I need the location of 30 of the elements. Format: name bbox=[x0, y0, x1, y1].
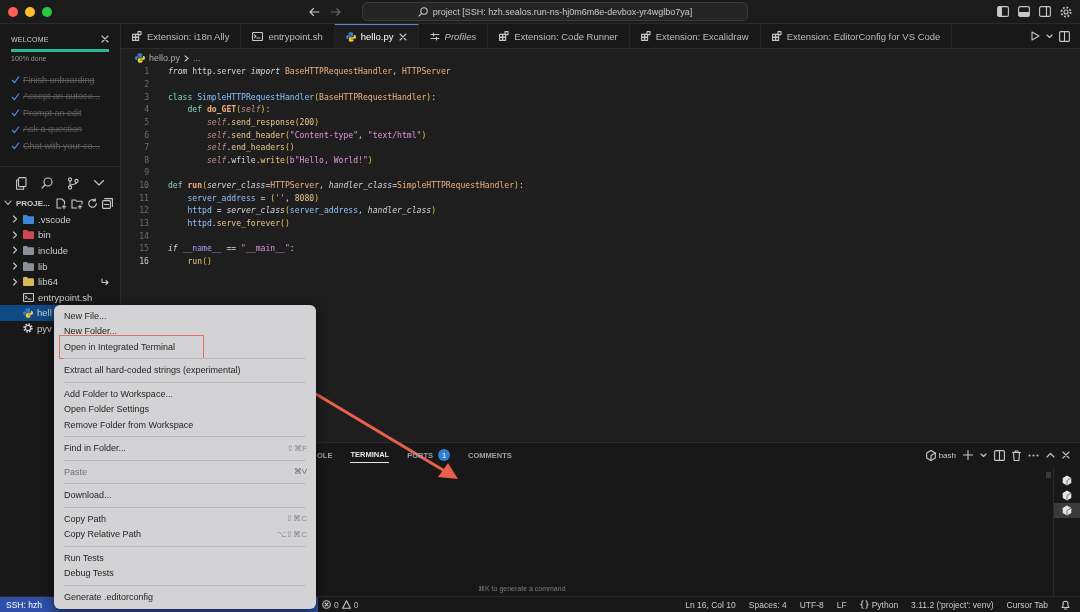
code-line: class SimpleHTTPRequestHandler(BaseHTTPRequestHandler): bbox=[168, 91, 437, 102]
code-line: self.end_headers() bbox=[205, 142, 295, 153]
code-line: self.send_header("Content-type", "text/html") bbox=[205, 129, 427, 140]
line-number: 12 bbox=[138, 205, 149, 216]
code-line: from http.server import BaseHTTPRequestHandler, HTTPServer bbox=[168, 66, 451, 77]
code-line: def do_GET(self): bbox=[186, 104, 271, 115]
code-line: self.wfile.write(b"Hello, World!") bbox=[205, 154, 373, 165]
line-number: 15 bbox=[138, 243, 149, 254]
line-number: 5 bbox=[143, 116, 149, 127]
line-number: 2 bbox=[143, 78, 149, 89]
code-line: if __name__ == "__main__": bbox=[168, 243, 295, 254]
line-number: 10 bbox=[138, 180, 149, 191]
line-number: 7 bbox=[143, 142, 149, 153]
line-number: 3 bbox=[143, 91, 149, 102]
line-number: 16 bbox=[138, 255, 149, 266]
code-line: self.send_response(200) bbox=[205, 116, 320, 127]
line-number: 6 bbox=[143, 129, 149, 140]
code-line: def run(server_class=HTTPServer, handler_class=SimpleHTTPRequestHandler): bbox=[168, 180, 524, 191]
line-number: 1 bbox=[143, 66, 149, 77]
line-number: 13 bbox=[138, 218, 149, 228]
window-title: project [SSH: hzh.sealos.run-ns-hj0m6m8e-devbox-yr4wglbo7ya] bbox=[432, 6, 693, 17]
code-line: server_address = ('', 8080) bbox=[186, 192, 320, 203]
line-number: 8 bbox=[143, 154, 149, 165]
line-number: 11 bbox=[138, 192, 149, 203]
line-number: 9 bbox=[143, 167, 149, 178]
code-line: httpd = server_class(server_address, handler_class) bbox=[186, 205, 437, 216]
line-number: 4 bbox=[143, 104, 149, 115]
line-number: 14 bbox=[138, 230, 149, 241]
code-line: httpd.serve_forever() bbox=[186, 218, 290, 228]
code-line: run() bbox=[186, 255, 212, 266]
